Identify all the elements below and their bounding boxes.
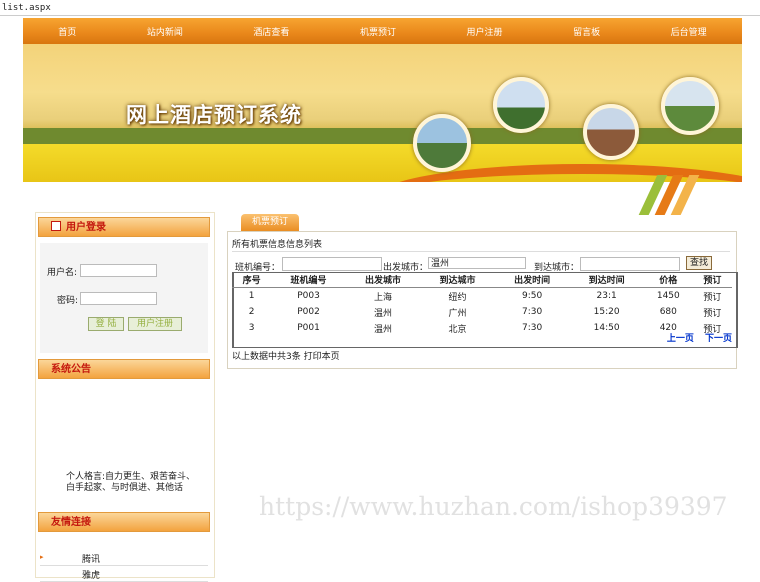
col-price: 价格	[643, 272, 693, 288]
main-nav: 首页 站内新闻 酒店查看 机票预订 用户注册 留言板 后台管理	[23, 18, 742, 44]
to-city-input[interactable]	[580, 257, 680, 271]
cell-to: 纽约	[448, 292, 467, 303]
col-index: 序号	[232, 272, 272, 288]
cell-to: 北京	[448, 324, 467, 335]
nav-news[interactable]: 站内新闻	[147, 25, 183, 38]
next-page-link[interactable]: 下一页	[705, 334, 732, 344]
col-depart: 出发时间	[494, 272, 570, 288]
banner-photo-2	[493, 77, 549, 133]
address-bar[interactable]: list.aspx	[0, 0, 760, 16]
col-from: 出发城市	[345, 272, 421, 288]
prev-page-link[interactable]: 上一页	[667, 334, 694, 344]
cell-arrive: 23:1	[596, 291, 617, 301]
flight-no-input[interactable]	[282, 257, 382, 271]
cell-arrive: 15:20	[593, 307, 620, 317]
cell-flight-no: P001	[297, 323, 320, 333]
cell-index: 2	[248, 307, 255, 317]
links-heading: 友情连接	[38, 512, 210, 532]
book-link[interactable]: 预订	[693, 304, 732, 320]
tab-flights[interactable]: 机票预订	[241, 214, 299, 231]
site-title: 网上酒店预订系统	[126, 103, 302, 127]
col-to: 到达城市	[420, 272, 495, 288]
cell-flight-no: P002	[297, 307, 320, 317]
banner-photo-3	[583, 104, 639, 160]
divider	[232, 251, 730, 252]
cell-arrive: 14:50	[593, 323, 620, 333]
table-header-row: 序号 班机编号 出发城市 到达城市 出发时间 到达时间 价格 预订	[232, 272, 732, 288]
nav-hotels[interactable]: 酒店查看	[253, 25, 289, 38]
table-row: 1 P003 上海 纽约 9:50 23:1 1450 预订	[232, 288, 732, 305]
link-item[interactable]: ▸ 腾讯	[40, 551, 208, 566]
pager: 上一页 下一页	[659, 331, 732, 344]
cell-to: 广州	[448, 308, 467, 319]
watermark: https://www.huzhan.com/ishop39397	[259, 492, 728, 521]
table-row: 2 P002 温州 广州 7:30 15:20 680 预订	[232, 304, 732, 320]
cell-from: 温州	[374, 324, 393, 335]
flight-table: 序号 班机编号 出发城市 到达城市 出发时间 到达时间 价格 预订 1 P003…	[232, 272, 732, 336]
notice-heading: 系统公告	[38, 359, 210, 379]
cell-from: 上海	[374, 292, 393, 303]
col-flight-no: 班机编号	[271, 272, 346, 288]
nav-guestbook[interactable]: 留言板	[573, 25, 600, 38]
cell-depart: 9:50	[521, 291, 543, 301]
cell-from: 温州	[374, 308, 393, 319]
link-label[interactable]: 雅虎	[82, 568, 100, 581]
panel-title: 所有机票信息信息列表	[232, 240, 323, 250]
login-button[interactable]: 登 陆	[88, 317, 124, 331]
link-label[interactable]: 腾讯	[82, 552, 100, 565]
link-item[interactable]: 雅虎	[40, 567, 208, 582]
cell-index: 3	[248, 323, 255, 333]
flight-panel: 所有机票信息信息列表 班机编号： 出发城市： 温州 到达城市： 查找 序号 班机…	[227, 231, 738, 369]
cell-flight-no: P003	[297, 291, 320, 301]
banner-photo-4	[661, 77, 719, 135]
password-label: 密码:	[57, 296, 79, 306]
register-button[interactable]: 用户注册	[128, 317, 182, 331]
nav-register[interactable]: 用户注册	[467, 25, 503, 38]
cell-index: 1	[248, 291, 255, 301]
search-button[interactable]: 查找	[686, 256, 712, 270]
login-form: 用户名: 密码: 登 陆 用户注册	[40, 243, 208, 353]
cell-price: 680	[659, 307, 677, 317]
username-input[interactable]	[80, 264, 157, 277]
bullet-icon: ▸	[40, 553, 44, 561]
notice-text: 个人格言:自力更生、艰苦奋斗、白手起家、与时俱进、其他话	[66, 472, 196, 493]
cell-depart: 7:30	[521, 307, 543, 317]
record-count: 以上数据中共3条 打印本页	[232, 352, 340, 362]
username-label: 用户名:	[47, 268, 78, 278]
cell-depart: 7:30	[521, 323, 543, 333]
password-input[interactable]	[80, 292, 157, 305]
banner-photo-1	[413, 114, 471, 172]
nav-home[interactable]: 首页	[58, 25, 76, 38]
book-link[interactable]: 预订	[693, 288, 732, 305]
login-heading: 用户登录	[38, 217, 210, 237]
nav-admin[interactable]: 后台管理	[671, 25, 707, 38]
cell-price: 1450	[656, 291, 680, 301]
from-city-input[interactable]: 温州	[428, 257, 526, 269]
header-banner: 网上酒店预订系统	[23, 44, 742, 182]
login-heading-text: 用户登录	[66, 222, 106, 233]
login-heading-icon	[51, 221, 61, 231]
nav-flights[interactable]: 机票预订	[360, 25, 396, 38]
col-book: 预订	[692, 272, 732, 288]
col-arrive: 到达时间	[569, 272, 644, 288]
table-row: 3 P001 温州 北京 7:30 14:50 420 预订	[232, 320, 732, 336]
left-sidebar: 用户登录 用户名: 密码: 登 陆 用户注册 系统公告 个人格言:自力更生、艰苦…	[35, 212, 215, 582]
